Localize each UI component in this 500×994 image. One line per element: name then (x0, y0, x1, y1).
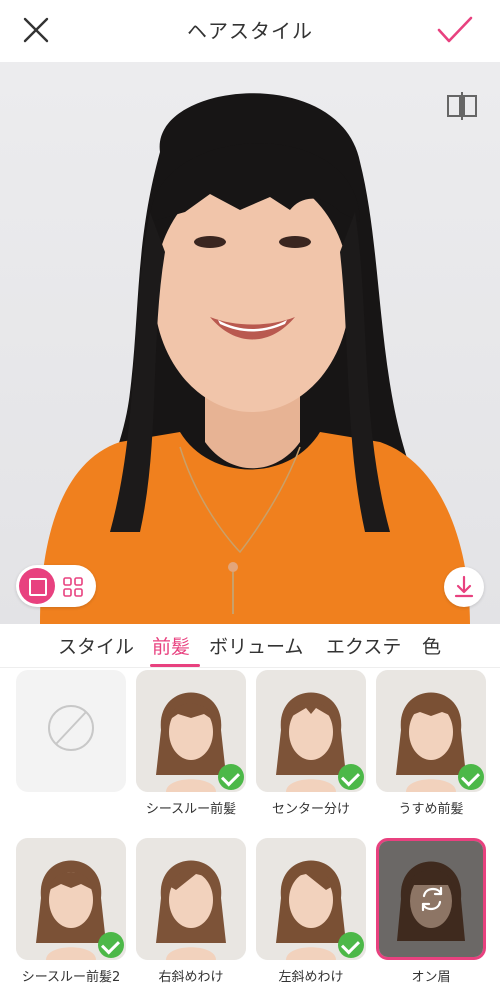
style-thumbnail[interactable] (136, 838, 246, 960)
applied-check-icon (338, 932, 364, 958)
none-icon (48, 705, 94, 751)
style-thumbnail[interactable] (136, 670, 246, 792)
no-style-button[interactable] (16, 670, 126, 792)
single-view-button[interactable] (19, 568, 55, 604)
tab-extensions[interactable]: エクステ (326, 632, 401, 659)
style-label: シースルー前髪2 (21, 970, 121, 985)
style-label: うすめ前髪 (398, 802, 464, 817)
style-thumbnail[interactable] (16, 838, 126, 960)
view-mode-toggle (16, 565, 96, 607)
tab-style[interactable]: スタイル (58, 632, 134, 659)
active-tab-indicator (150, 664, 200, 667)
style-label: 右斜めわけ (158, 970, 224, 985)
checkmark-icon[interactable] (436, 14, 474, 46)
applied-check-icon (338, 764, 364, 790)
hairstyle-preview (136, 838, 246, 960)
applied-check-icon (458, 764, 484, 790)
photo-preview (0, 62, 500, 624)
portrait-image (40, 93, 470, 624)
page-title: ヘアスタイル (187, 19, 313, 43)
compare-icon[interactable] (444, 90, 480, 122)
style-label: シースルー前髪 (145, 802, 237, 817)
style-thumbnail[interactable] (256, 670, 366, 792)
category-tabs: スタイル 前髪 ボリューム エクステ 色 (0, 624, 500, 668)
style-thumbnail[interactable] (256, 838, 366, 960)
style-label: オン眉 (411, 970, 451, 985)
bangs-style-grid: シースルー前髪 センター分け うすめ前髪 シースルー前髪2 右斜めわけ 左斜めわ… (0, 668, 500, 994)
style-thumbnail[interactable] (376, 838, 486, 960)
style-label: センター分け (271, 802, 350, 817)
style-thumbnail[interactable] (376, 670, 486, 792)
refresh-icon[interactable] (417, 884, 447, 914)
download-icon (454, 575, 474, 598)
grid-view-icon[interactable] (63, 577, 83, 597)
tab-bangs[interactable]: 前髪 (152, 632, 190, 659)
style-label: 左斜めわけ (278, 970, 344, 985)
tab-volume[interactable]: ボリューム (209, 632, 303, 659)
top-bar: ヘアスタイル (0, 0, 500, 62)
applied-check-icon (98, 932, 124, 958)
applied-check-icon (218, 764, 244, 790)
download-button[interactable] (444, 567, 484, 607)
tab-color[interactable]: 色 (422, 632, 441, 659)
